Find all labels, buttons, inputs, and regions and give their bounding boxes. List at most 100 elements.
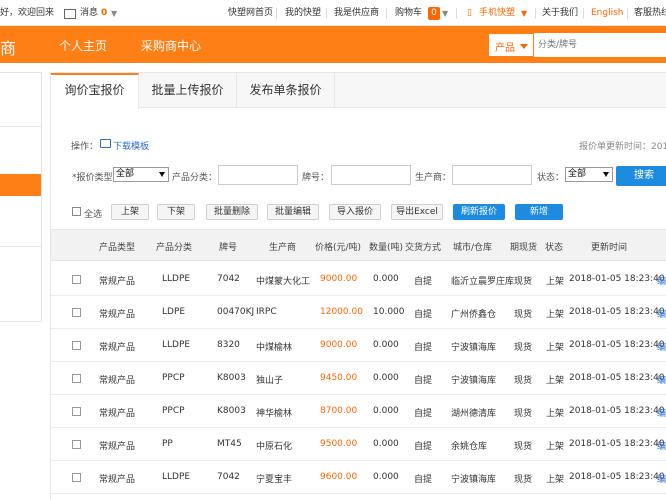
table-cell: 上架 (546, 376, 565, 386)
table-cell: 2018-01-05 18:23:40 (569, 340, 665, 350)
sidebar (0, 72, 42, 322)
column-header[interactable]: 牌号 (219, 240, 237, 253)
bulk-edit-button[interactable]: 批量编辑 (267, 204, 319, 220)
mail-icon[interactable] (64, 9, 76, 19)
column-header[interactable]: 更新时间 (591, 240, 627, 253)
search-input[interactable] (534, 33, 666, 57)
table-cell: 常规产品 (99, 310, 136, 320)
messages-link[interactable]: 消息 (80, 8, 98, 19)
add-quote-button[interactable]: 新增 (515, 204, 563, 220)
row-checkbox[interactable] (72, 341, 81, 350)
column-header[interactable]: 城市/仓库 (453, 240, 492, 253)
list-button[interactable]: 上架 (111, 204, 149, 220)
mobile-icon: ▯ (467, 8, 472, 18)
edit-link[interactable]: 编 (657, 406, 666, 419)
table-cell: 上架 (546, 310, 565, 320)
grade-label: 牌号： (302, 173, 330, 183)
chevron-down-icon (159, 172, 165, 177)
cart-link[interactable]: 购物车 (395, 8, 422, 19)
table-cell: 8320 (217, 340, 240, 350)
search-category-select[interactable]: 产品 (488, 33, 534, 57)
maker-input[interactable] (452, 165, 532, 185)
table-cell: 8700.00 (320, 406, 358, 416)
table-cell: 2018-01-05 18:23:40 (569, 373, 665, 383)
sidebar-item-active[interactable] (0, 174, 41, 196)
table-cell: 湖州德清库 (451, 409, 497, 419)
table-cell: 中煤榆林 (256, 343, 293, 353)
table-cell: MT45 (217, 439, 242, 449)
row-checkbox[interactable] (72, 440, 81, 449)
search-button[interactable]: 搜索 (616, 166, 666, 186)
about-link[interactable]: 关于我们 (542, 8, 578, 19)
table-cell: 自提 (414, 475, 433, 485)
table-cell: 2018-01-05 18:23:40 (569, 406, 665, 416)
supplier-link[interactable]: 我是供应商 (334, 8, 379, 19)
tab-single-quote[interactable]: 发布单条报价 (237, 73, 335, 108)
table-cell: PPCP (162, 373, 185, 383)
table-cell: 9500.00 (320, 439, 358, 449)
table-cell: 上架 (546, 475, 565, 485)
table-row: 常规产品 LLDPE 8320 中煤榆林 9000.00 0.000 自提 宁波镇海库 现货 上架… (51, 329, 666, 362)
edit-link[interactable]: 编 (657, 340, 666, 353)
mobile-link[interactable]: 手机快塑 (479, 8, 515, 19)
home-link[interactable]: 快塑网首页 (228, 8, 273, 19)
table-cell: 9600.00 (320, 472, 358, 482)
bulk-delete-button[interactable]: 批量删除 (206, 204, 258, 220)
nav-buyer-center[interactable]: 采购商中心 (141, 37, 201, 54)
edit-link[interactable]: 编 (657, 373, 666, 386)
column-header[interactable]: 数量(吨) (369, 240, 403, 253)
grade-input[interactable] (331, 165, 411, 185)
edit-link[interactable]: 编 (657, 472, 666, 485)
my-account-link[interactable]: 我的快塑 (285, 8, 321, 19)
table-cell: 临沂立晨罗庄库 (451, 277, 515, 287)
column-header[interactable]: 产品类型 (99, 240, 135, 253)
messages-count: 0 (101, 8, 108, 18)
chevron-down-icon[interactable]: ▼ (111, 8, 117, 19)
column-header[interactable]: 期现货 (510, 240, 537, 253)
row-checkbox[interactable] (72, 374, 81, 383)
nav-personal-home[interactable]: 个人主页 (59, 37, 107, 54)
row-checkbox[interactable] (72, 473, 81, 482)
chevron-down-icon[interactable]: ▼ (521, 8, 527, 19)
column-header[interactable]: 交货方式 (405, 240, 441, 253)
update-time-text: 报价单更新时间：201 (579, 142, 666, 152)
table-row: 常规产品 PP MT45 中原石化 9500.00 0.000 自提 余姚仓库 现货 上架 2018… (51, 428, 666, 461)
column-header[interactable]: 产品分类 (156, 240, 192, 253)
tab-inquiry-quotes[interactable]: 询价宝报价 (51, 73, 139, 109)
row-checkbox[interactable] (72, 275, 81, 284)
edit-link[interactable]: 编 (657, 274, 666, 287)
table-cell: 现货 (514, 376, 533, 386)
import-quotes-button[interactable]: 导入报价 (329, 204, 381, 220)
table-cell: 上架 (546, 409, 565, 419)
refresh-quotes-button[interactable]: 刷新报价 (453, 204, 505, 220)
operations-label: 操作： (71, 142, 99, 152)
download-template-link[interactable]: 下载模板 (113, 139, 149, 152)
table-cell: 宁夏宝丰 (256, 475, 293, 485)
english-link[interactable]: English (591, 8, 624, 19)
table-cell: LLDPE (162, 472, 191, 482)
chevron-down-icon[interactable]: ▼ (442, 8, 448, 19)
brand-logo[interactable]: 商 (0, 35, 16, 59)
table-cell: 0.000 (373, 274, 399, 284)
top-bar: 好，欢迎回来 消息 0 ▼ 快塑网首页 我的快塑 我是供应商 购物车 0 ▼ ▯… (0, 0, 666, 26)
table-cell: 上架 (546, 343, 565, 353)
column-header[interactable]: 生产商 (269, 240, 296, 253)
tab-bulk-upload[interactable]: 批量上传报价 (139, 73, 237, 108)
category-input[interactable] (218, 165, 298, 185)
tab-bar: 询价宝报价 批量上传报价 发布单条报价 (51, 73, 666, 109)
row-checkbox[interactable] (72, 407, 81, 416)
column-header[interactable]: 价格(元/吨) (315, 240, 361, 253)
delist-button[interactable]: 下架 (157, 204, 195, 220)
edit-link[interactable]: 编 (657, 307, 666, 320)
status-select[interactable]: 全部 (565, 167, 613, 182)
select-all-checkbox[interactable] (72, 207, 81, 216)
edit-link[interactable]: 编 (657, 439, 666, 452)
export-excel-button[interactable]: 导出Excel (391, 204, 443, 220)
table-row: 常规产品 PPCP K8003 独山子 9450.00 0.000 自提 宁波镇海库 现货 上架 2… (51, 362, 666, 395)
quote-panel: 询价宝报价 批量上传报价 发布单条报价 操作： 下载模板 报价单更新时间：201… (50, 72, 666, 500)
table-cell: 常规产品 (99, 475, 136, 485)
quote-type-select[interactable]: 全部 (113, 167, 169, 182)
row-checkbox[interactable] (72, 308, 81, 317)
column-header[interactable]: 状态 (545, 240, 563, 253)
table-cell: 现货 (514, 409, 533, 419)
